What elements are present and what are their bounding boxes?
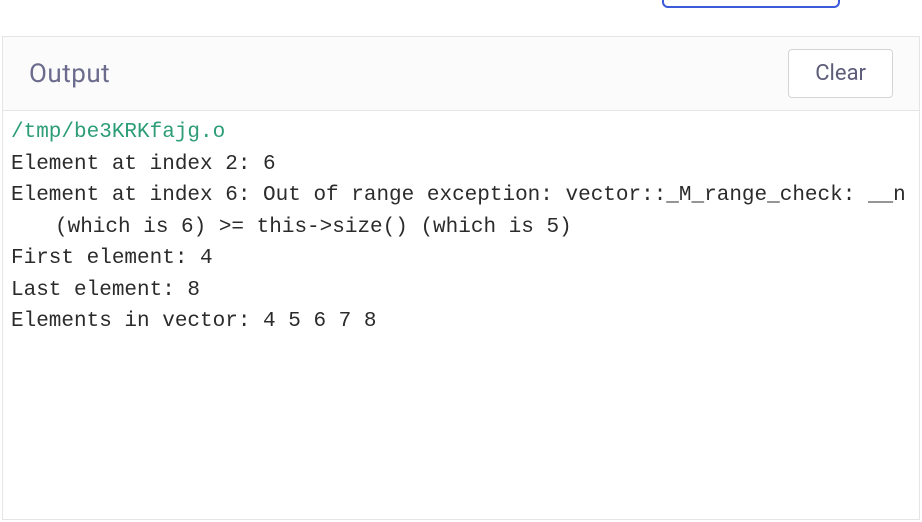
- clear-button[interactable]: Clear: [788, 49, 893, 98]
- output-line-3: First element: 4: [11, 247, 213, 270]
- output-title: Output: [29, 59, 110, 89]
- output-line-4: Last element: 8: [11, 279, 200, 302]
- button-outline-fragment: [662, 0, 840, 8]
- output-body: /tmp/be3KRKfajg.o Element at index 2: 6 …: [3, 111, 919, 519]
- output-line-5: Elements in vector: 4 5 6 7 8: [11, 310, 376, 333]
- output-header: Output Clear: [3, 37, 919, 111]
- output-line-2-continuation: (which is 6) >= this->size() (which is 5…: [11, 212, 911, 244]
- output-line-1: Element at index 2: 6: [11, 153, 276, 176]
- output-path: /tmp/be3KRKfajg.o: [11, 121, 225, 144]
- top-spacer: [0, 0, 922, 36]
- output-line-2: Element at index 6: Out of range excepti…: [11, 184, 918, 207]
- output-panel: Output Clear /tmp/be3KRKfajg.o Element a…: [2, 36, 920, 520]
